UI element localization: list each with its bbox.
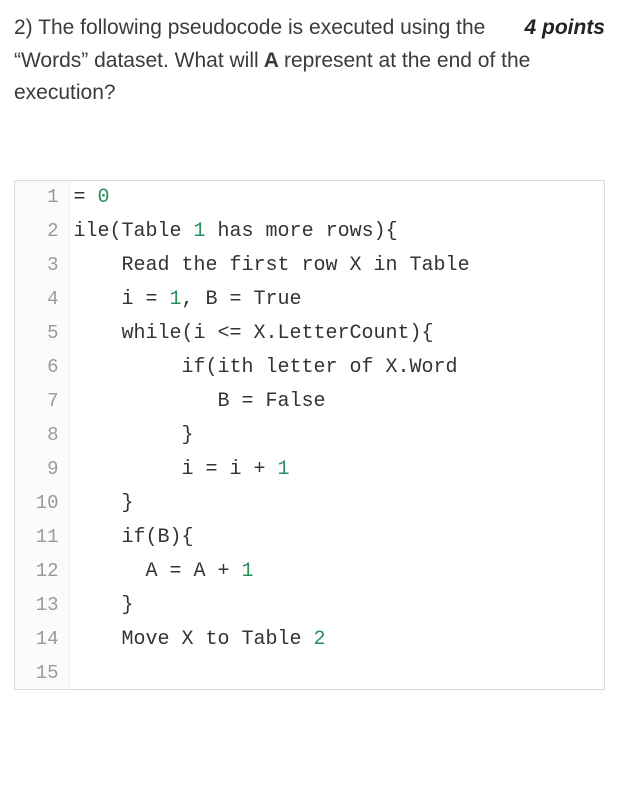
code-row: 15	[15, 657, 604, 689]
line-number: 10	[15, 487, 69, 521]
code-token: ile(Table	[74, 220, 194, 243]
code-token: i =	[74, 288, 170, 311]
code-row: 2ile(Table 1 has more rows){	[15, 215, 604, 249]
code-line: = 0	[69, 181, 604, 215]
code-token: Read the first row X in Table	[74, 254, 482, 277]
code-token: }	[74, 492, 134, 515]
code-token: 0	[98, 186, 110, 209]
code-token: , B = True	[182, 288, 302, 311]
code-row: 8 }	[15, 419, 604, 453]
code-token: A = A +	[74, 560, 242, 583]
code-token: has more rows){	[206, 220, 398, 243]
code-line: }	[69, 487, 604, 521]
line-number: 8	[15, 419, 69, 453]
line-number: 12	[15, 555, 69, 589]
line-number: 5	[15, 317, 69, 351]
code-token: 1	[170, 288, 182, 311]
code-block: 1= 02ile(Table 1 has more rows){3 Read t…	[14, 180, 605, 690]
code-token: =	[74, 186, 98, 209]
line-number: 15	[15, 657, 69, 689]
code-token: 1	[194, 220, 206, 243]
code-row: 13 }	[15, 589, 604, 623]
code-token: 1	[278, 458, 290, 481]
code-line: B = False	[69, 385, 604, 419]
code-token: Move X to Table	[74, 628, 314, 651]
code-token: while(i <= X.LetterCount){	[74, 322, 434, 345]
code-line: }	[69, 419, 604, 453]
line-number: 11	[15, 521, 69, 555]
code-line: if(ith letter of X.Word	[69, 351, 604, 385]
code-line: i = 1, B = True	[69, 283, 604, 317]
code-token: i = i +	[74, 458, 278, 481]
question-text: 2) The following pseudocode is 4 points …	[14, 12, 605, 110]
code-row: 12 A = A + 1	[15, 555, 604, 589]
code-line: A = A + 1	[69, 555, 604, 589]
question-var-a: A	[259, 49, 284, 72]
code-line	[69, 657, 604, 689]
code-line: }	[69, 589, 604, 623]
code-line: ile(Table 1 has more rows){	[69, 215, 604, 249]
code-table: 1= 02ile(Table 1 has more rows){3 Read t…	[15, 181, 604, 689]
line-number: 2	[15, 215, 69, 249]
code-row: 11 if(B){	[15, 521, 604, 555]
code-row: 14 Move X to Table 2	[15, 623, 604, 657]
code-line: if(B){	[69, 521, 604, 555]
question-line-a: The following pseudocode is	[38, 16, 303, 39]
line-number: 3	[15, 249, 69, 283]
code-row: 6 if(ith letter of X.Word	[15, 351, 604, 385]
line-number: 6	[15, 351, 69, 385]
points-label: 4 points	[524, 12, 605, 45]
code-row: 3 Read the first row X in Table	[15, 249, 604, 283]
question-number: 2)	[14, 16, 33, 39]
code-token: 2	[314, 628, 326, 651]
code-token: if(ith letter of X.Word	[74, 356, 470, 379]
code-token: }	[74, 594, 134, 617]
line-number: 4	[15, 283, 69, 317]
code-token: if(B){	[74, 526, 194, 549]
line-number: 7	[15, 385, 69, 419]
code-row: 9 i = i + 1	[15, 453, 604, 487]
code-token: }	[74, 424, 194, 447]
code-token: B = False	[74, 390, 326, 413]
line-number: 9	[15, 453, 69, 487]
code-row: 5 while(i <= X.LetterCount){	[15, 317, 604, 351]
code-line: Move X to Table 2	[69, 623, 604, 657]
line-number: 1	[15, 181, 69, 215]
code-line: while(i <= X.LetterCount){	[69, 317, 604, 351]
line-number: 14	[15, 623, 69, 657]
code-row: 1= 0	[15, 181, 604, 215]
code-row: 7 B = False	[15, 385, 604, 419]
code-line: Read the first row X in Table	[69, 249, 604, 283]
line-number: 13	[15, 589, 69, 623]
code-token: 1	[242, 560, 254, 583]
code-line: i = i + 1	[69, 453, 604, 487]
code-row: 10 }	[15, 487, 604, 521]
code-row: 4 i = 1, B = True	[15, 283, 604, 317]
